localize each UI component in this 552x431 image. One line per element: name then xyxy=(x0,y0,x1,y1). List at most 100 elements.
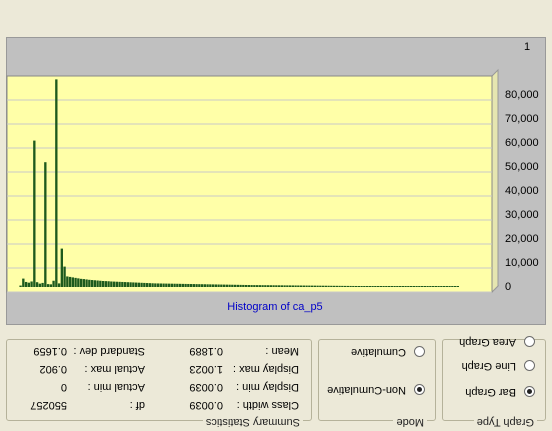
histogram-bar xyxy=(412,286,415,287)
histogram-bar xyxy=(352,285,355,287)
histogram-bar xyxy=(19,285,22,287)
display-min-label: Display min : xyxy=(236,381,299,393)
histogram-bar xyxy=(398,286,402,287)
y-tick-label: 80,000 xyxy=(505,89,539,101)
display-min-value: 0.0039 xyxy=(189,381,223,393)
radio-bar-graph-circle[interactable] xyxy=(524,386,535,398)
class-width-label: Class width : xyxy=(236,399,299,411)
y-tick-label: 20,000 xyxy=(505,233,539,245)
radio-area-graph-label: Area Graph xyxy=(459,336,516,348)
histogram-bar xyxy=(343,285,347,287)
histogram-bar xyxy=(445,286,448,287)
histogram-bar xyxy=(74,277,77,287)
histogram-bar xyxy=(396,286,399,287)
graph-type-group: Graph Type Area Graph Line Graph Bar Gra… xyxy=(442,336,546,428)
histogram-bar xyxy=(261,285,264,287)
histogram-bar xyxy=(264,285,267,287)
histogram-bar xyxy=(30,281,33,287)
histogram-bar xyxy=(27,282,30,287)
histogram-bar xyxy=(269,285,272,287)
radio-bar-graph[interactable]: Bar Graph xyxy=(465,386,535,398)
histogram-bar xyxy=(209,284,212,287)
histogram-bar xyxy=(71,277,74,287)
histogram-bar xyxy=(170,283,173,287)
radio-cumulative-label: Cumulative xyxy=(350,346,406,358)
y-tick-label: 40,000 xyxy=(505,185,539,197)
histogram-bar xyxy=(429,286,432,287)
radio-area-graph[interactable]: Area Graph xyxy=(459,336,535,348)
histogram-bar xyxy=(434,286,437,287)
radio-cumulative-circle[interactable] xyxy=(414,346,425,358)
histogram-bar xyxy=(110,281,113,287)
histogram-bar xyxy=(52,280,55,287)
display-max-label: Display max : xyxy=(232,363,299,375)
histogram-bar xyxy=(415,286,418,287)
y-tick-label: 50,000 xyxy=(505,161,539,173)
histogram-bar xyxy=(423,286,426,287)
histogram-bar xyxy=(294,285,297,287)
histogram-bar xyxy=(112,281,116,287)
histogram-bar xyxy=(38,283,41,287)
histogram-bar xyxy=(206,284,209,287)
radio-area-graph-circle[interactable] xyxy=(524,336,535,348)
standard-dev-value: 0.1659 xyxy=(33,345,67,357)
histogram-bar xyxy=(244,284,248,287)
histogram-bar xyxy=(82,279,85,287)
histogram-svg: 0 10,000 20,000 30,000 40,000 50,000 60,000 70,… xyxy=(5,41,539,313)
mode-title: Mode xyxy=(393,416,427,428)
histogram-bar xyxy=(305,285,308,287)
histogram-bar xyxy=(220,284,223,287)
histogram-bar xyxy=(101,281,105,287)
histogram-bar xyxy=(236,284,239,287)
histogram-bar xyxy=(341,285,344,287)
histogram-bar xyxy=(286,285,289,287)
summary-statistics-title: Summary Statistics xyxy=(202,416,303,428)
radio-non-cumulative-circle[interactable] xyxy=(414,384,425,396)
histogram-bar xyxy=(228,284,231,287)
histogram-bar xyxy=(272,285,275,287)
histogram-bar xyxy=(440,286,443,287)
histogram-bar xyxy=(327,285,330,287)
histogram-bar xyxy=(22,278,25,287)
histogram-bar xyxy=(401,286,404,287)
histogram-bar xyxy=(277,285,281,287)
mean-value: 0.1889 xyxy=(189,345,223,357)
y-tick-label: 0 xyxy=(505,281,511,293)
radio-line-graph-circle[interactable] xyxy=(524,360,535,372)
histogram-bar xyxy=(192,284,195,287)
histogram-bar xyxy=(376,286,380,287)
display-max-value: 1.0023 xyxy=(189,363,223,375)
histogram-bar xyxy=(308,285,311,287)
histogram-bar xyxy=(456,286,459,287)
histogram-window: 0 10,000 20,000 30,000 40,000 50,000 60,000 70,… xyxy=(0,0,552,431)
histogram-bar xyxy=(302,285,305,287)
histogram-bar xyxy=(55,79,58,287)
histogram-bar xyxy=(324,285,327,287)
histogram-bar xyxy=(176,283,179,287)
histogram-bar xyxy=(437,286,440,287)
histogram-bar xyxy=(151,283,154,287)
histogram-bar xyxy=(49,284,52,287)
df-label: df : xyxy=(129,399,145,411)
histogram-bar xyxy=(239,284,242,287)
histogram-bar xyxy=(338,285,341,287)
histogram-bar xyxy=(66,276,69,287)
histogram-bar xyxy=(126,282,129,287)
histogram-bar xyxy=(299,285,303,287)
histogram-bar xyxy=(173,283,176,287)
histogram-bar xyxy=(145,283,149,287)
histogram-bar xyxy=(253,285,256,287)
class-width-value: 0.0039 xyxy=(189,399,223,411)
histogram-bar xyxy=(363,286,366,287)
histogram-bar xyxy=(418,286,421,287)
histogram-bar xyxy=(407,286,410,287)
radio-non-cumulative[interactable]: Non-Cumulative xyxy=(327,384,425,396)
radio-line-graph[interactable]: Line Graph xyxy=(462,360,535,372)
histogram-bar xyxy=(247,285,250,287)
histogram-bar xyxy=(321,285,325,287)
histogram-bar xyxy=(330,285,333,287)
radio-cumulative[interactable]: Cumulative xyxy=(351,346,425,358)
histogram-bar xyxy=(365,286,369,287)
y-tick-label: 70,000 xyxy=(505,113,539,125)
histogram-bar xyxy=(231,284,234,287)
